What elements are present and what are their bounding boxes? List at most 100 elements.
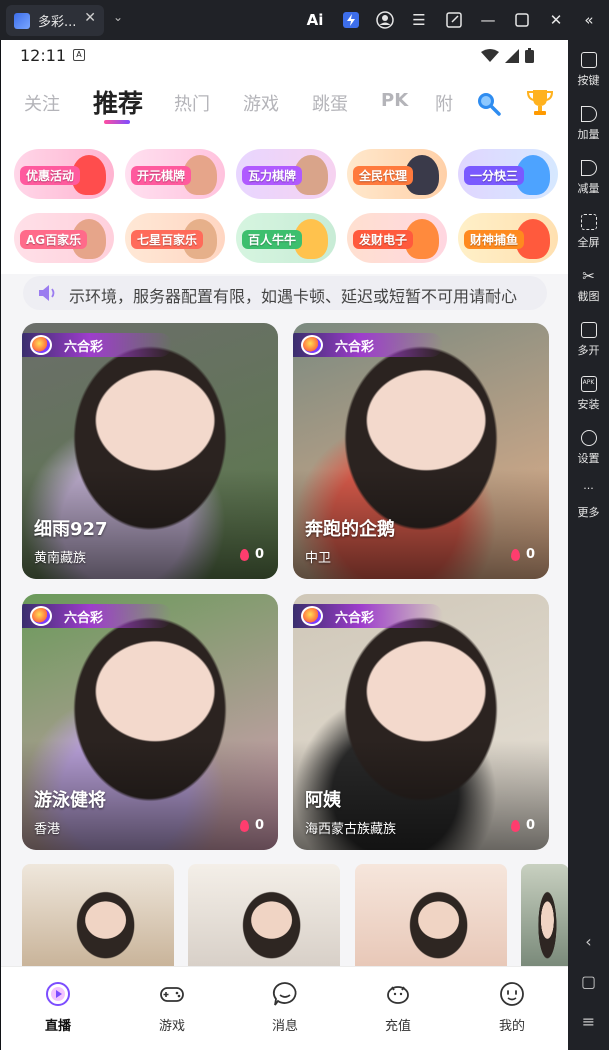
live-card[interactable]: 六合彩 阿姨 海西蒙古族藏族 0 [293, 594, 549, 850]
lottery-tag: 六合彩 [22, 604, 172, 628]
minimize-icon[interactable]: — [477, 9, 499, 31]
heat-count: 0 [239, 547, 264, 562]
volume-up-icon [580, 106, 597, 122]
piggy-bank-icon [387, 986, 409, 1004]
screen-rotate-icon[interactable] [443, 9, 465, 31]
nav-label: 我的 [498, 1019, 525, 1034]
nav-profile[interactable]: 我的 [482, 981, 542, 1034]
sidebar-item-settings[interactable]: 设置 [568, 430, 609, 466]
heat-value: 0 [525, 818, 535, 833]
phone-screen: 12:11 A 关注 推荐 热门 游戏 跳蛋 PK 附 优惠活动 开元棋牌 瓦力… [0, 40, 568, 1050]
flame-icon [510, 819, 520, 832]
tab-nearby[interactable]: 附 [435, 90, 453, 116]
nav-games[interactable]: 游戏 [142, 981, 202, 1034]
menu-icon[interactable]: ≡ [568, 1012, 609, 1031]
banner-qixing-baccarat[interactable]: 七星百家乐 [125, 213, 225, 263]
sidebar-item-fullscreen[interactable]: 全屏 [568, 214, 609, 250]
nav-messages[interactable]: 消息 [255, 981, 315, 1034]
ai-button[interactable]: Ai [304, 9, 326, 31]
live-card-preview[interactable] [355, 864, 507, 966]
live-card-preview[interactable] [22, 864, 174, 966]
banner-fishing[interactable]: 财神捕鱼 [458, 213, 558, 263]
search-icon[interactable] [475, 90, 501, 116]
live-card[interactable]: 六合彩 细雨927 黄南藏族 0 [22, 323, 278, 579]
sidebar-item-install[interactable]: APK 安装 [568, 376, 609, 412]
tab-recommend[interactable]: 推荐 [93, 84, 143, 120]
account-icon[interactable] [374, 9, 396, 31]
live-card-preview[interactable] [521, 864, 568, 966]
banner-ag-baccarat[interactable]: AG百家乐 [14, 213, 114, 263]
nav-label: 游戏 [158, 1019, 185, 1034]
nav-recharge[interactable]: 充值 [368, 981, 428, 1034]
menu-icon[interactable]: ☰ [408, 9, 430, 31]
banner-promotions[interactable]: 优惠活动 [14, 149, 114, 199]
banner-facai-slots[interactable]: 发财电子 [347, 213, 447, 263]
heat-count: 0 [510, 547, 535, 562]
sidebar-item-multi[interactable]: 多开 [568, 322, 609, 358]
banner-label: 发财电子 [353, 230, 414, 249]
heat-count: 0 [510, 818, 535, 833]
chevron-down-icon[interactable]: ⌄ [113, 10, 123, 24]
trophy-icon[interactable] [527, 88, 553, 116]
keyboard-icon [580, 52, 597, 68]
heat-value: 0 [254, 547, 264, 562]
tab-hot[interactable]: 热门 [174, 90, 210, 116]
streamer-name: 细雨927 [34, 519, 108, 540]
emulator-titlebar: 多彩... ✕ ⌄ Ai ☰ — ✕ « [0, 0, 609, 40]
banner-kaiyuan-chess[interactable]: 开元棋牌 [125, 149, 225, 199]
streamer-location: 海西蒙古族藏族 [305, 822, 397, 837]
app-tab-title: 多彩... [38, 15, 77, 30]
status-bar: 12:11 A [1, 40, 568, 72]
sidebar-item-label: 全屏 [577, 236, 600, 249]
live-card-preview[interactable] [188, 864, 340, 966]
close-window-icon[interactable]: ✕ [545, 9, 567, 31]
fullscreen-icon [580, 214, 597, 230]
banner-label: AG百家乐 [20, 230, 88, 249]
tab-pk[interactable]: PK [381, 90, 408, 111]
banner-wali-chess[interactable]: 瓦力棋牌 [236, 149, 336, 199]
back-icon[interactable]: ‹ [568, 932, 609, 951]
sidebar-item-label: 安装 [577, 398, 600, 411]
lottery-logo-icon [301, 335, 323, 355]
lottery-logo-icon [30, 606, 52, 626]
game-banner-grid: 优惠活动 开元棋牌 瓦力棋牌 全民代理 一分快三 AG百家乐 七星百家乐 百人牛… [1, 146, 568, 274]
streamer-location: 香港 [34, 822, 61, 837]
banner-kuai3[interactable]: 一分快三 [458, 149, 558, 199]
bottom-nav: 直播 游戏 消息 充值 我的 [1, 966, 568, 1050]
close-tab-icon[interactable]: ✕ [84, 10, 96, 26]
announcement-text: 示环境，服务器配置有限，如遇卡顿、延迟或短暂不可用请耐心 [69, 287, 518, 306]
banner-label: 七星百家乐 [131, 230, 204, 249]
announcement-bar[interactable]: 示环境，服务器配置有限，如遇卡顿、延迟或短暂不可用请耐心 [23, 276, 547, 310]
banner-niuniu[interactable]: 百人牛牛 [236, 213, 336, 263]
tab-follow[interactable]: 关注 [24, 90, 60, 116]
tab-games[interactable]: 游戏 [243, 90, 279, 116]
sidebar-item-keys[interactable]: 按键 [568, 52, 609, 88]
streamer-location: 黄南藏族 [34, 551, 87, 566]
banner-label: 优惠活动 [20, 166, 81, 185]
sidebar-item-volume-up[interactable]: 加量 [568, 106, 609, 142]
wifi-icon [481, 48, 499, 62]
sidebar-item-screenshot[interactable]: ✂ 截图 [568, 268, 609, 304]
boost-icon[interactable] [340, 9, 362, 31]
heat-value: 0 [254, 818, 264, 833]
accessibility-icon: A [73, 49, 85, 61]
sidebar-item-more[interactable]: ··· 更多 [568, 483, 609, 520]
sidebar-item-label: 加量 [577, 128, 600, 141]
restore-icon[interactable] [511, 9, 533, 31]
tab-toys[interactable]: 跳蛋 [312, 90, 348, 116]
nav-live[interactable]: 直播 [28, 981, 88, 1034]
apk-install-icon: APK [580, 376, 597, 392]
live-card[interactable]: 六合彩 游泳健将 香港 0 [22, 594, 278, 850]
nav-label: 充值 [384, 1019, 411, 1034]
flame-icon [239, 819, 249, 832]
live-card[interactable]: 六合彩 奔跑的企鹅 中卫 0 [293, 323, 549, 579]
home-icon[interactable]: ▢ [568, 972, 609, 991]
banner-agent[interactable]: 全民代理 [347, 149, 447, 199]
collapse-sidebar-icon[interactable]: « [578, 9, 600, 31]
banner-label: 一分快三 [464, 166, 525, 185]
app-icon [14, 12, 30, 29]
app-tab[interactable]: 多彩... ✕ [6, 5, 104, 36]
sidebar-item-volume-down[interactable]: 减量 [568, 160, 609, 196]
lottery-logo-icon [301, 606, 323, 626]
status-icons [481, 48, 534, 63]
